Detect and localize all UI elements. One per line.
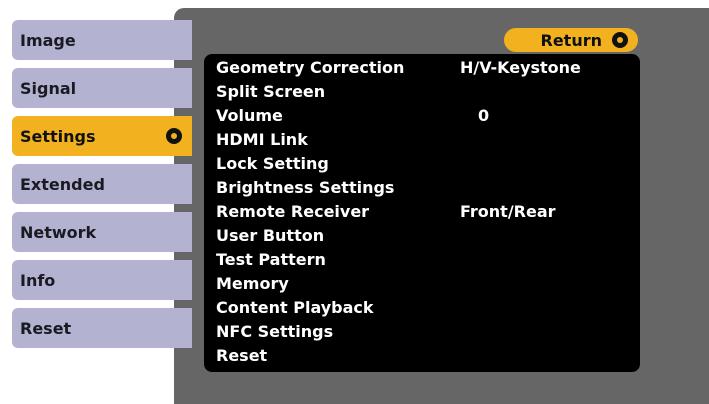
menu-item-label: Split Screen	[216, 82, 326, 101]
tab-label: Extended	[20, 174, 105, 194]
tab-network[interactable]: Network	[12, 212, 192, 252]
menu-item-label: Brightness Settings	[216, 178, 395, 197]
menu-item-label: Memory	[216, 274, 289, 293]
menu-item-reset[interactable]: Reset	[204, 344, 640, 368]
menu-item-volume[interactable]: Volume 0	[204, 104, 640, 128]
settings-menu: Geometry Correction H/V-Keystone Split S…	[204, 54, 640, 372]
tab-label: Reset	[20, 318, 72, 338]
menu-item-value: 0	[478, 106, 490, 125]
menu-item-label: Test Pattern	[216, 250, 326, 269]
menu-item-label: Remote Receiver	[216, 202, 370, 221]
tab-label: Signal	[20, 78, 77, 98]
tab-label: Image	[20, 30, 76, 50]
menu-item-label: NFC Settings	[216, 322, 334, 341]
menu-item-nfc-settings[interactable]: NFC Settings	[204, 320, 640, 344]
tab-settings[interactable]: Settings	[12, 116, 192, 156]
enter-icon	[612, 32, 628, 48]
menu-item-label: Content Playback	[216, 298, 374, 317]
enter-icon	[166, 128, 182, 144]
return-label: Return	[540, 30, 603, 50]
tab-extended[interactable]: Extended	[12, 164, 192, 204]
menu-item-hdmi-link[interactable]: HDMI Link	[204, 128, 640, 152]
tab-label: Network	[20, 222, 97, 242]
menu-item-user-button[interactable]: User Button	[204, 224, 640, 248]
menu-item-content-playback[interactable]: Content Playback	[204, 296, 640, 320]
tab-signal[interactable]: Signal	[12, 68, 192, 108]
menu-item-value: H/V-Keystone	[460, 58, 581, 77]
tab-reset[interactable]: Reset	[12, 308, 192, 348]
tab-info[interactable]: Info	[12, 260, 192, 300]
menu-item-memory[interactable]: Memory	[204, 272, 640, 296]
menu-item-geometry-correction[interactable]: Geometry Correction H/V-Keystone	[204, 56, 640, 80]
menu-item-value: Front/Rear	[460, 202, 556, 221]
tab-label: Info	[20, 270, 56, 290]
menu-item-label: Lock Setting	[216, 154, 329, 173]
menu-item-remote-receiver[interactable]: Remote Receiver Front/Rear	[204, 200, 640, 224]
menu-item-label: User Button	[216, 226, 325, 245]
menu-item-label: Geometry Correction	[216, 58, 405, 77]
menu-item-label: HDMI Link	[216, 130, 308, 149]
menu-item-lock-setting[interactable]: Lock Setting	[204, 152, 640, 176]
tab-label: Settings	[20, 126, 96, 146]
menu-item-brightness-settings[interactable]: Brightness Settings	[204, 176, 640, 200]
menu-item-label: Reset	[216, 346, 268, 365]
menu-item-test-pattern[interactable]: Test Pattern	[204, 248, 640, 272]
menu-item-split-screen[interactable]: Split Screen	[204, 80, 640, 104]
tab-image[interactable]: Image	[12, 20, 192, 60]
return-button[interactable]: Return	[504, 28, 638, 52]
menu-item-label: Volume	[216, 106, 283, 125]
